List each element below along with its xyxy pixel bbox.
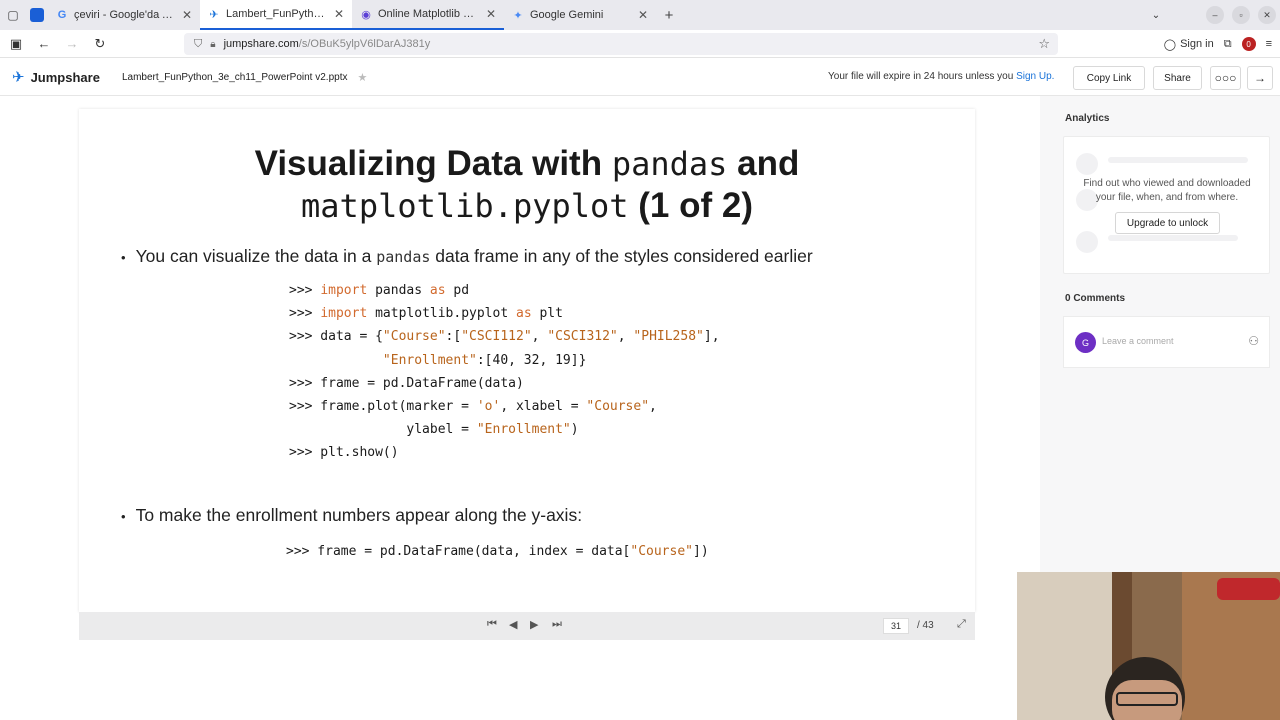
back-icon[interactable]: ← [32,32,56,56]
new-tab-icon[interactable]: + [656,7,682,24]
tab-jumpshare[interactable]: ✈ Lambert_FunPython_3e_ ✕ [200,0,352,30]
previous-slide-icon[interactable]: ◀ [509,618,517,631]
copy-link-button[interactable]: Copy Link [1073,66,1145,90]
url-host: jumpshare.com [223,38,299,50]
analytics-card: Find out who viewed and downloaded your … [1063,136,1270,274]
favorite-star-icon[interactable]: ★ [357,71,367,84]
slide: Visualizing Data with pandas and matplot… [79,109,975,612]
close-window-icon[interactable]: ✕ [1258,6,1276,24]
avatar: G [1075,332,1096,353]
browser-tab-strip: ▢ G çeviri - Google'da Ara ✕ ✈ Lambert_F… [0,0,1280,30]
menu-icon[interactable]: ≡ [1266,38,1272,50]
last-slide-icon[interactable]: ⏭ [552,618,562,631]
tab-matplotlib-compiler[interactable]: ◉ Online Matplotlib Compil ✕ [352,0,504,30]
tab-google-search[interactable]: G çeviri - Google'da Ara ✕ [48,0,200,30]
tab-overview-icon[interactable]: ▢ [0,0,26,30]
code-block: >>> import pandas as pd >>> import matpl… [289,283,720,461]
google-icon: G [57,9,67,21]
kangaroo-icon: ✈ [12,69,25,86]
page-total: / 43 [917,620,934,631]
close-tab-icon[interactable]: ✕ [182,8,192,22]
code-block-2: >>> frame = pd.DataFrame(data, index = d… [286,544,709,559]
sign-up-link[interactable]: Sign Up. [1016,71,1054,82]
address-bar[interactable]: ⛉ 🔒︎ jumpshare.com/s/OBuK5ylpV6lDarAJ381… [184,33,1058,55]
jumpshare-icon: ✈ [209,8,219,21]
compiler-icon: ◉ [361,8,371,21]
share-button[interactable]: Share [1153,66,1202,90]
pinned-tab-icon [30,8,44,22]
sidebar-toggle-icon[interactable]: ▣ [4,32,28,56]
bullet-2: • To make the enrollment numbers appear a… [121,505,583,525]
fullscreen-icon[interactable]: ⤢ [957,618,966,631]
more-options-icon[interactable]: ○○○ [1210,66,1241,90]
close-tab-icon[interactable]: ✕ [334,7,344,21]
user-icon: ⚇ [1248,334,1259,348]
browser-navbar: ▣ ← → ↻ ⛉ 🔒︎ jumpshare.com/s/OBuK5ylpV6l… [0,30,1280,58]
reload-icon[interactable]: ↻ [88,32,112,56]
arrow-right-icon[interactable]: → [1247,66,1273,90]
jumpshare-logo[interactable]: ✈ Jumpshare [12,68,100,86]
sign-in-button[interactable]: ◯ Sign in [1164,38,1214,51]
forward-icon[interactable]: → [60,32,84,56]
close-tab-icon[interactable]: ✕ [638,8,648,22]
extensions-icon[interactable]: ⧉ [1224,38,1232,51]
extension-badge-icon[interactable]: 0 [1241,37,1256,51]
gemini-icon: ✦ [513,9,523,22]
pinned-tab[interactable] [26,0,48,30]
bullet-1: • You can visualize the data in a pandas … [121,246,813,266]
comment-input[interactable]: Leave a comment [1102,336,1174,346]
close-tab-icon[interactable]: ✕ [486,7,496,21]
account-icon: ◯ [1163,38,1177,51]
page-number-input[interactable]: 31 [883,618,909,634]
first-slide-icon[interactable]: ⏮ [487,618,497,631]
tab-gemini[interactable]: ✦ Google Gemini ✕ [504,0,656,30]
shield-icon: ⛉ [194,37,203,50]
next-slide-icon[interactable]: ▶ [530,618,538,631]
analytics-description: Find out who viewed and downloaded your … [1083,178,1251,203]
expire-notice: Your file will expire in 24 hours unless… [828,71,1055,82]
comments-heading: 0 Comments [1065,293,1126,304]
jumpshare-header: ✈ Jumpshare Lambert_FunPython_3e_ch11_Po… [0,59,1280,96]
file-name: Lambert_FunPython_3e_ch11_PowerPoint v2.… [121,71,348,83]
bookmark-star-icon[interactable]: ☆ [1038,36,1050,52]
lock-icon: 🔒︎ [210,38,216,50]
analytics-heading: Analytics [1065,113,1110,124]
slide-controls: ⏮ ◀ ▶ ⏭ 31 / 43 ⤢ [79,612,975,640]
url-path: /s/OBuK5ylpV6lDarAJ381y [298,38,431,50]
comment-box: G Leave a comment ⚇ [1063,316,1270,368]
slide-title: Visualizing Data with pandas and matplot… [254,144,800,225]
webcam-overlay [1017,572,1280,720]
upgrade-button[interactable]: Upgrade to unlock [1115,212,1220,234]
tab-list-icon[interactable]: ⌄ [1144,3,1168,27]
maximize-icon[interactable]: ▫ [1232,6,1250,24]
minimize-icon[interactable]: – [1206,6,1224,24]
